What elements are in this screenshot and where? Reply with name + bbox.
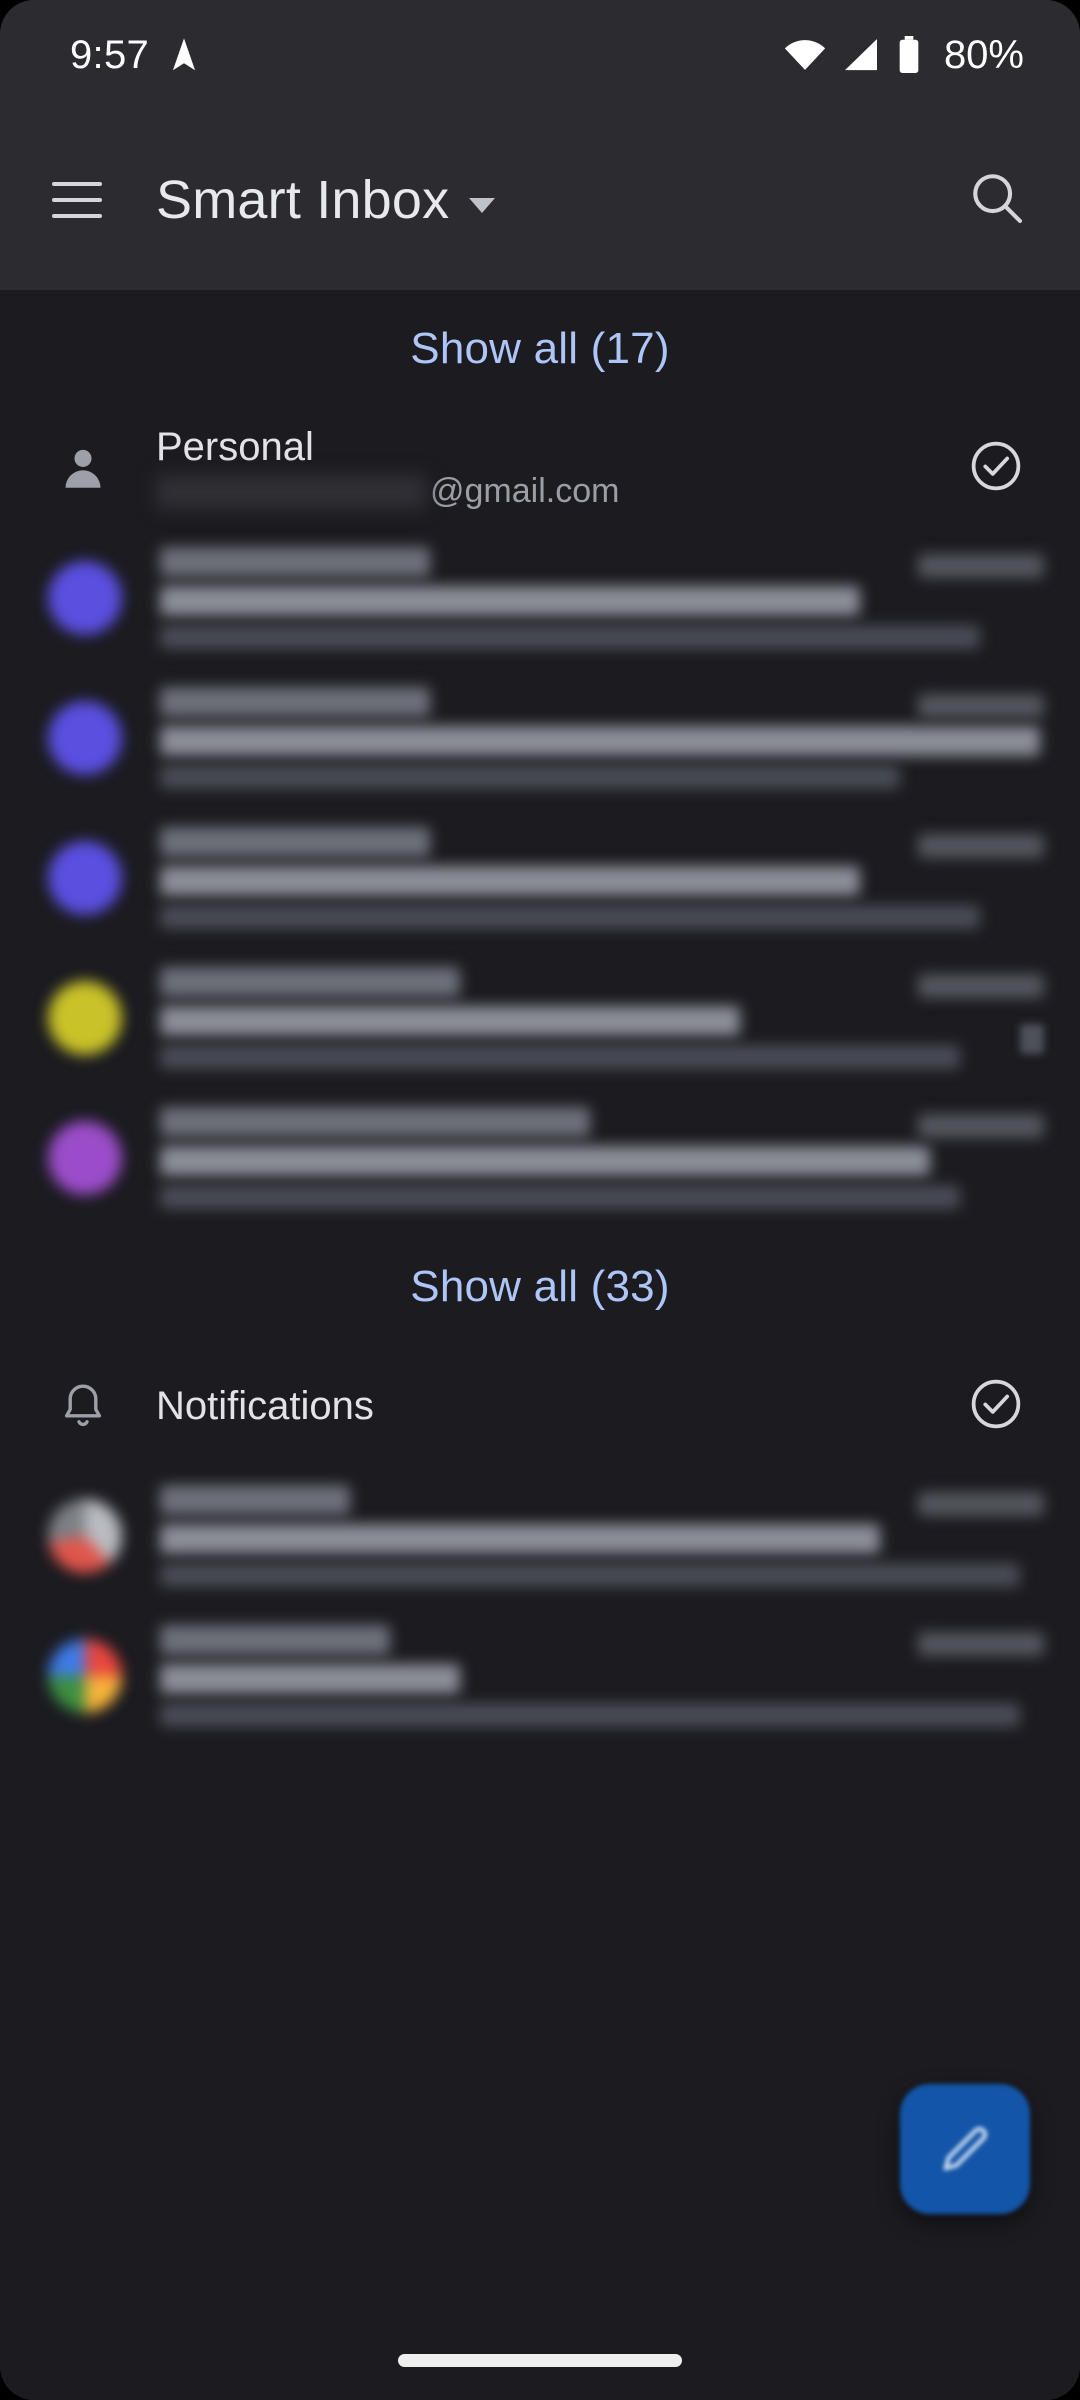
subject-redacted [160, 1006, 740, 1036]
home-indicator[interactable] [398, 2353, 682, 2367]
show-all-top-button[interactable]: Show all (17) [0, 290, 1080, 408]
sender-avatar[interactable] [48, 1639, 122, 1713]
chevron-down-icon [469, 197, 496, 213]
preview-text-redacted [160, 1185, 960, 1209]
subject-redacted [160, 1524, 880, 1554]
timestamp-redacted [918, 1492, 1044, 1516]
mail-list[interactable]: Show all (17) Personal @gmail.com Show a… [0, 290, 1080, 2400]
sender-name-redacted [160, 1625, 390, 1655]
sender-name-redacted [160, 1107, 590, 1137]
status-bar-clock: 9:57 [70, 32, 150, 77]
show-all-personal-button[interactable]: Show all (33) [0, 1228, 1080, 1346]
wifi-icon [784, 40, 826, 70]
sender-name-redacted [160, 967, 460, 997]
compose-fab-button[interactable] [900, 2084, 1030, 2214]
mail-row-content [160, 1107, 960, 1209]
mail-row-content [160, 687, 1040, 789]
mail-row-content [160, 827, 980, 929]
sender-avatar[interactable] [48, 841, 122, 915]
subject-redacted [160, 1664, 460, 1694]
sender-avatar[interactable] [48, 1121, 122, 1195]
section-header-personal[interactable]: Personal @gmail.com [0, 408, 1080, 528]
sender-name-redacted [160, 547, 430, 577]
preview-text-redacted [160, 905, 980, 929]
sender-avatar[interactable] [48, 561, 122, 635]
hamburger-bar [52, 182, 102, 186]
preview-text-redacted [160, 1703, 1020, 1727]
gesture-nav-bar [0, 2320, 1080, 2400]
section-account-email: @gmail.com [156, 472, 619, 511]
mail-row[interactable] [0, 808, 1080, 948]
location-arrow-icon [172, 38, 196, 71]
mail-row[interactable] [0, 1466, 1080, 1606]
check-circle-icon[interactable] [968, 1376, 1024, 1437]
mail-row-content [160, 1485, 1020, 1587]
battery-percent-label: 80% [943, 32, 1024, 77]
sender-avatar[interactable] [48, 701, 122, 775]
sender-name-redacted [160, 687, 430, 717]
hamburger-bar [52, 198, 102, 202]
attachment-icon [1020, 1024, 1044, 1054]
mail-row[interactable] [0, 948, 1080, 1088]
page-title: Smart Inbox [156, 170, 450, 230]
inbox-selector[interactable]: Smart Inbox [156, 169, 496, 231]
mail-row[interactable] [0, 1088, 1080, 1228]
check-circle-icon[interactable] [968, 438, 1024, 499]
bell-icon [48, 1381, 118, 1431]
preview-text-redacted [160, 1563, 1020, 1587]
timestamp-redacted [918, 974, 1044, 998]
cellular-signal-icon [844, 39, 877, 71]
hamburger-bar [52, 214, 102, 218]
subject-redacted [160, 726, 1040, 756]
redacted-email-local-part [156, 474, 426, 509]
phone-screen: 9:57 80% Smart Inbox Show all (17) Perso… [0, 0, 1080, 2400]
timestamp-redacted [918, 1632, 1044, 1656]
hamburger-menu-icon[interactable] [44, 167, 110, 233]
mail-row-content [160, 1625, 1020, 1727]
preview-text-redacted [160, 1045, 960, 1069]
sender-avatar[interactable] [48, 981, 122, 1055]
timestamp-redacted [918, 834, 1044, 858]
section-personal-texts: Personal @gmail.com [156, 425, 619, 511]
subject-redacted [160, 586, 860, 616]
sender-avatar[interactable] [48, 1499, 122, 1573]
app-bar: Smart Inbox [0, 110, 1080, 290]
subject-redacted [160, 866, 860, 896]
timestamp-redacted [918, 694, 1044, 718]
preview-text-redacted [160, 765, 900, 789]
sender-name-redacted [160, 1485, 350, 1515]
status-bar: 9:57 80% [0, 0, 1080, 110]
subject-redacted [160, 1146, 930, 1176]
compose-pencil-icon [943, 2126, 988, 2171]
mail-rows-notifications [0, 1466, 1080, 1746]
mail-row-content [160, 547, 980, 649]
mail-rows-personal [0, 528, 1080, 1228]
preview-text-redacted [160, 625, 980, 649]
person-icon [48, 443, 118, 493]
timestamp-redacted [918, 554, 1044, 578]
timestamp-redacted [918, 1114, 1044, 1138]
section-title: Personal [156, 425, 314, 469]
status-bar-left: 9:57 [70, 33, 201, 78]
section-header-notifications[interactable]: Notifications [0, 1346, 1080, 1466]
status-bar-right: 80% [784, 33, 1024, 78]
search-icon[interactable] [958, 159, 1036, 242]
sender-name-redacted [160, 827, 430, 857]
mail-row[interactable] [0, 1606, 1080, 1746]
email-domain: @gmail.com [430, 472, 620, 510]
battery-icon [899, 36, 919, 73]
mail-row[interactable] [0, 528, 1080, 668]
mail-row-content [160, 967, 960, 1069]
section-notifications-texts: Notifications [156, 1384, 374, 1429]
section-title: Notifications [156, 1383, 374, 1428]
mail-row[interactable] [0, 668, 1080, 808]
